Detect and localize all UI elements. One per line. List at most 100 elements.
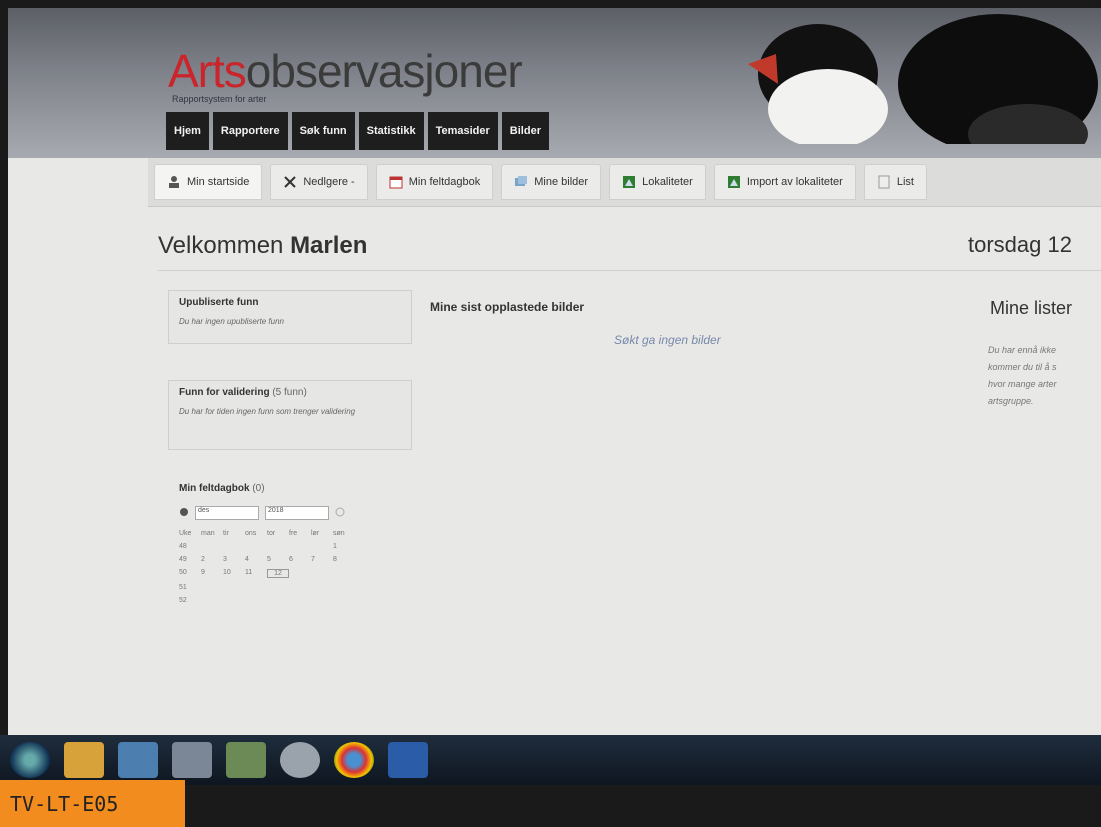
calendar-icon bbox=[389, 175, 403, 189]
calendar-day[interactable] bbox=[289, 543, 311, 550]
map-icon bbox=[622, 175, 636, 189]
weekday-header: fre bbox=[289, 530, 298, 537]
next-icon[interactable] bbox=[335, 504, 345, 522]
weekday-header: Uke bbox=[179, 530, 192, 537]
calendar-day[interactable]: 6 bbox=[289, 556, 311, 563]
calendar-day-today[interactable]: 12 bbox=[267, 569, 289, 578]
week-number: 51 bbox=[179, 584, 187, 591]
my-lists-title: Mine lister bbox=[990, 298, 1073, 318]
chrome-icon[interactable] bbox=[334, 742, 374, 778]
import-map-icon bbox=[727, 175, 741, 189]
site-header: Artsobservasjoner Rapportsystem for arte… bbox=[8, 8, 1101, 158]
month-select[interactable]: des bbox=[195, 506, 259, 520]
validation-count: (5 funn) bbox=[272, 387, 307, 398]
calendar-day[interactable] bbox=[201, 543, 223, 550]
week-number: 50 bbox=[179, 569, 187, 576]
calendar-day[interactable]: 8 bbox=[333, 556, 355, 563]
calendar-day[interactable]: 4 bbox=[245, 556, 267, 563]
tab-label: Min feltdagbok bbox=[408, 176, 481, 188]
windows-taskbar bbox=[0, 735, 1101, 785]
calendar-day[interactable] bbox=[267, 543, 289, 550]
media-icon[interactable] bbox=[226, 742, 266, 778]
unpublished-title[interactable]: Upubliserte funn bbox=[179, 297, 401, 308]
calendar-day[interactable] bbox=[245, 543, 267, 550]
nav-temasider[interactable]: Temasider bbox=[427, 112, 498, 150]
diary-panel: Min feltdagbok (0) des 2018 Uke man tir … bbox=[168, 476, 402, 662]
calendar-grid: Uke man tir ons tor fre lør søn 48 1 49 … bbox=[179, 530, 391, 604]
week-number: 49 bbox=[179, 556, 187, 563]
calendar-day[interactable]: 11 bbox=[245, 569, 267, 578]
tab-lokaliteter[interactable]: Lokaliteter bbox=[609, 164, 706, 200]
word-icon[interactable] bbox=[388, 742, 428, 778]
tab-label: Nedlgere - bbox=[303, 176, 355, 188]
tab-lister[interactable]: List bbox=[863, 164, 927, 200]
calendar-day[interactable]: 7 bbox=[311, 556, 333, 563]
validation-panel: Funn for validering (5 funn) Du har for … bbox=[168, 380, 412, 450]
tab-label: Lokaliteter bbox=[642, 176, 693, 188]
my-lists-text: Du har ennå ikke kommer du til å s hvor … bbox=[988, 345, 1057, 406]
tab-label: List bbox=[896, 176, 914, 188]
network-icon[interactable] bbox=[280, 742, 320, 778]
weekday-header: man bbox=[201, 530, 215, 537]
no-images-message: Søkt ga ingen bilder bbox=[614, 333, 721, 347]
week-number: 52 bbox=[179, 597, 187, 604]
tab-import-lokaliteter[interactable]: Import av lokaliteter bbox=[713, 164, 856, 200]
calendar-day[interactable] bbox=[289, 569, 311, 578]
tab-mine-bilder[interactable]: Mine bilder bbox=[501, 164, 602, 200]
user-name: Marlen bbox=[290, 232, 368, 259]
nav-bilder[interactable]: Bilder bbox=[501, 112, 549, 150]
calendar-day[interactable]: 5 bbox=[267, 556, 289, 563]
page-title: Velkommen Marlen bbox=[158, 232, 368, 259]
user-icon bbox=[167, 175, 181, 189]
site-logo[interactable]: Artsobservasjoner bbox=[168, 44, 523, 98]
nav-rapportere[interactable]: Rapportere bbox=[212, 112, 288, 150]
calendar-day[interactable]: 3 bbox=[223, 556, 245, 563]
validation-title[interactable]: Funn for validering (5 funn) bbox=[179, 387, 401, 398]
main-nav: Hjem Rapportere Søk funn Statistikk Tema… bbox=[166, 112, 549, 150]
divider bbox=[158, 270, 1101, 271]
calendar-day[interactable] bbox=[311, 569, 333, 578]
week-number: 48 bbox=[179, 543, 187, 550]
unpublished-text: Du har ingen upubliserte funn bbox=[179, 317, 284, 326]
recent-images-title: Mine sist opplastede bilder bbox=[430, 300, 585, 314]
folder-icon[interactable] bbox=[172, 742, 212, 778]
calendar-day[interactable]: 2 bbox=[201, 556, 223, 563]
calendar-controls: des 2018 bbox=[179, 504, 391, 522]
explorer-icon[interactable] bbox=[64, 742, 104, 778]
diary-title[interactable]: Min feltdagbok (0) bbox=[179, 483, 391, 494]
weekday-header: ons bbox=[245, 530, 257, 537]
list-icon bbox=[877, 175, 891, 189]
calendar-day[interactable]: 9 bbox=[201, 569, 223, 578]
ie-icon[interactable] bbox=[118, 742, 158, 778]
tab-nedlaste[interactable]: Nedlgere - bbox=[270, 164, 368, 200]
weekday-header: lør bbox=[311, 530, 320, 537]
weekday-header: tor bbox=[267, 530, 276, 537]
monitor-screen: Artsobservasjoner Rapportsystem for arte… bbox=[8, 8, 1101, 738]
current-date: torsdag 12 bbox=[968, 232, 1072, 257]
nav-statistikk[interactable]: Statistikk bbox=[358, 112, 424, 150]
tools-icon bbox=[283, 175, 297, 189]
tab-label: Min startside bbox=[187, 176, 250, 188]
settings-icon[interactable] bbox=[179, 504, 189, 522]
calendar-day[interactable] bbox=[333, 569, 355, 578]
unpublished-panel: Upubliserte funn Du har ingen upublisert… bbox=[168, 290, 412, 344]
asset-tag-sticker: TV-LT-E05 bbox=[0, 780, 185, 827]
nav-sok-funn[interactable]: Søk funn bbox=[291, 112, 355, 150]
year-select[interactable]: 2018 bbox=[265, 506, 329, 520]
calendar-day[interactable]: 1 bbox=[333, 543, 355, 550]
weekday-header: tir bbox=[223, 530, 229, 537]
tab-label: Mine bilder bbox=[534, 176, 589, 188]
tab-min-startside[interactable]: Min startside bbox=[154, 164, 263, 200]
start-button-icon[interactable] bbox=[10, 742, 50, 778]
calendar-day[interactable] bbox=[311, 543, 333, 550]
validation-text: Du har for tiden ingen funn som trenger … bbox=[179, 407, 356, 416]
puffin-photo bbox=[748, 14, 1098, 144]
calendar-day[interactable]: 10 bbox=[223, 569, 245, 578]
calendar-day[interactable] bbox=[223, 543, 245, 550]
weekday-header: søn bbox=[333, 530, 345, 537]
nav-hjem[interactable]: Hjem bbox=[166, 112, 209, 150]
dashboard-tabs: Min startside Nedlgere - Min feltdagbok … bbox=[148, 158, 1101, 207]
tab-min-feltdagbok[interactable]: Min feltdagbok bbox=[375, 164, 494, 200]
site-tagline: Rapportsystem for arter bbox=[172, 94, 267, 104]
images-icon bbox=[514, 175, 528, 189]
